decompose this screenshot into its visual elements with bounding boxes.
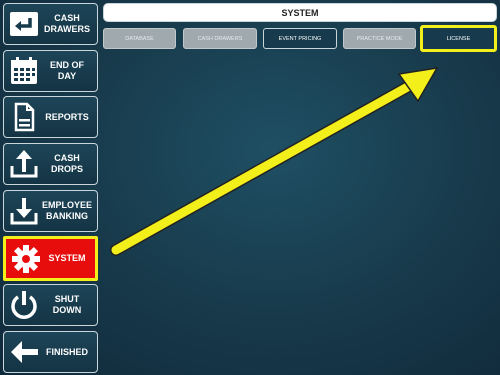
sidebar-item-label: FINISHED: [45, 346, 88, 357]
sidebar-item-end-of-day[interactable]: END OF DAY: [3, 50, 98, 92]
tab-label: CASH DRAWERS: [197, 35, 243, 42]
document-icon: [7, 100, 41, 134]
cash-drawer-return-icon: [7, 7, 41, 41]
tab-database[interactable]: DATABASE: [103, 28, 176, 49]
sidebar-item-shut-down[interactable]: SHUT DOWN: [3, 284, 98, 326]
tab-license[interactable]: LICENSE: [420, 25, 497, 52]
tab-cash-drawers[interactable]: CASH DRAWERS: [183, 28, 257, 49]
tab-label: LICENSE: [446, 35, 471, 42]
tab-label: EVENT PRICING: [278, 35, 322, 42]
upload-tray-icon: [7, 147, 41, 181]
tab-label: DATABASE: [125, 35, 154, 42]
sidebar-item-employee-banking[interactable]: EMPLOYEE BANKING: [3, 190, 98, 232]
sidebar-item-cash-drops[interactable]: CASH DROPS: [3, 143, 98, 185]
sidebar-item-cash-drawers[interactable]: CASH DRAWERS: [3, 3, 98, 45]
sidebar-item-finished[interactable]: FINISHED: [3, 331, 98, 373]
tab-practice-mode[interactable]: PRACTICE MODE: [343, 28, 416, 49]
calendar-icon: [7, 54, 41, 88]
sidebar-item-label: SHUT DOWN: [52, 294, 82, 315]
arrow-left-icon: [7, 335, 41, 369]
sidebar-item-label: SYSTEM: [48, 253, 86, 263]
power-icon: [7, 288, 41, 322]
gear-icon: [9, 242, 43, 276]
sidebar-item-reports[interactable]: REPORTS: [3, 96, 98, 138]
sidebar-item-label: REPORTS: [45, 111, 89, 122]
sidebar-item-label: END OF DAY: [49, 60, 84, 81]
sidebar-item-label: CASH DROPS: [50, 153, 83, 174]
sidebar: CASH DRAWERS END OF DAY REPORTS CASH DRO…: [0, 0, 100, 375]
sidebar-item-label: CASH DRAWERS: [43, 13, 90, 34]
tab-label: PRACTICE MODE: [356, 35, 403, 42]
tab-event-pricing[interactable]: EVENT PRICING: [263, 28, 337, 49]
sidebar-item-label: EMPLOYEE BANKING: [41, 200, 92, 221]
page-title-text: SYSTEM: [281, 7, 319, 18]
sidebar-item-system[interactable]: SYSTEM: [3, 236, 98, 281]
download-tray-icon: [7, 194, 41, 228]
page-title: SYSTEM: [103, 3, 497, 22]
